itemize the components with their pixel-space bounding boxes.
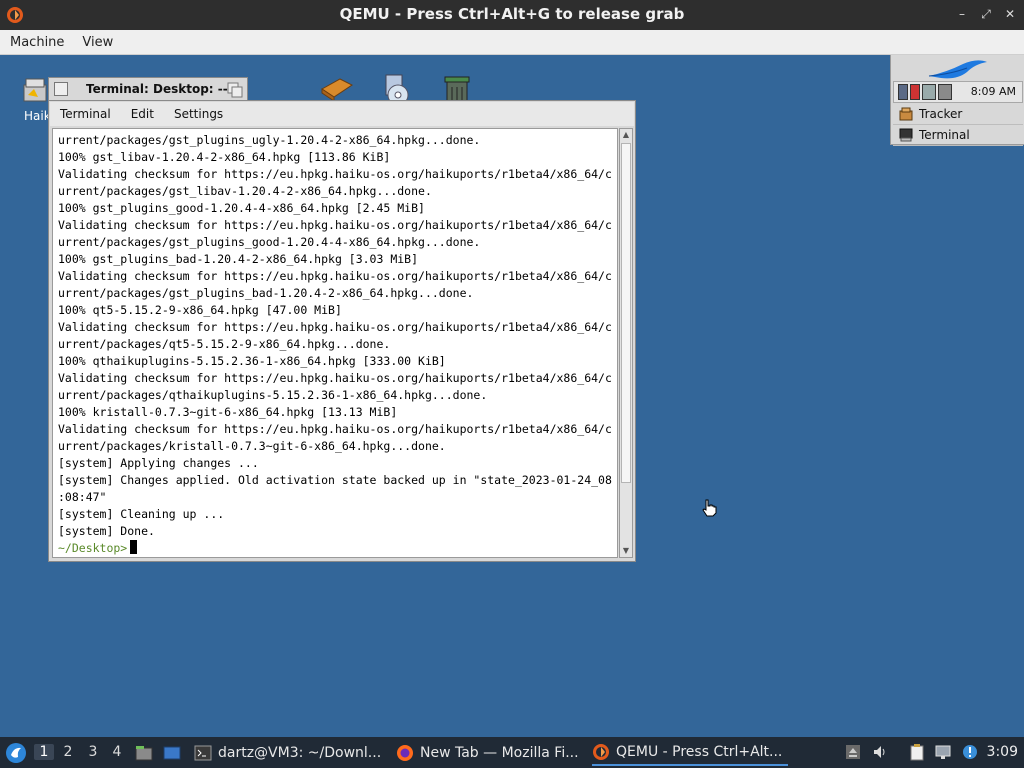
desktop-icon-label: Haik bbox=[24, 109, 51, 123]
menu-machine[interactable]: Machine bbox=[10, 35, 64, 50]
terminal-window-tab[interactable]: Terminal: Desktop: -- bbox=[48, 77, 248, 100]
volume-icon[interactable] bbox=[871, 743, 889, 761]
qemu-menubar: Machine View bbox=[0, 30, 1024, 55]
workspace-1[interactable]: 1 bbox=[34, 744, 54, 760]
task-qemu[interactable]: QEMU - Press Ctrl+Alt... bbox=[592, 740, 788, 766]
deskbar-item-label: Terminal bbox=[919, 128, 970, 142]
close-button[interactable]: ✕ bbox=[1004, 6, 1016, 22]
terminal-line: [system] Changes applied. Old activation… bbox=[58, 473, 612, 487]
tracker-icon bbox=[899, 107, 913, 121]
terminal-line: :08:47" bbox=[58, 490, 107, 504]
eject-icon[interactable] bbox=[844, 743, 862, 761]
terminal-line: 100% gst_plugins_good-1.20.4-4-x86_64.hp… bbox=[58, 201, 425, 215]
terminal-line: Validating checksum for https://eu.hpkg.… bbox=[58, 167, 612, 181]
terminal-line: 100% gst_libav-1.20.4-2-x86_64.hpkg [113… bbox=[58, 150, 391, 164]
workspace-4[interactable]: 4 bbox=[107, 744, 127, 760]
task-terminal[interactable]: dartz@VM3: ~/Downl... bbox=[194, 740, 381, 766]
start-menu-icon[interactable] bbox=[5, 742, 27, 764]
deskbar-item-label: Tracker bbox=[919, 107, 963, 121]
deskbar-clock[interactable]: 8:09 AM bbox=[971, 85, 1016, 98]
terminal-line: urrent/packages/gst_plugins_good-1.20.4-… bbox=[58, 235, 481, 249]
task-label: QEMU - Press Ctrl+Alt... bbox=[616, 744, 783, 760]
menu-settings[interactable]: Settings bbox=[174, 107, 223, 121]
terminal-line: Validating checksum for https://eu.hpkg.… bbox=[58, 422, 612, 436]
terminal-line: urrent/packages/qt5-5.15.2-9-x86_64.hpkg… bbox=[58, 337, 391, 351]
terminal-icon bbox=[899, 128, 913, 142]
qemu-titlebar: QEMU - Press Ctrl+Alt+G to release grab … bbox=[0, 0, 1024, 30]
taskbar-clock[interactable]: 3:09 bbox=[987, 744, 1018, 760]
terminal-line: urrent/packages/kristall-0.7.3~git-6-x86… bbox=[58, 439, 446, 453]
terminal-prompt: ~/Desktop> bbox=[58, 541, 128, 555]
window-title: QEMU - Press Ctrl+Alt+G to release grab bbox=[339, 5, 685, 23]
notification-icon[interactable] bbox=[961, 743, 979, 761]
network-icon[interactable] bbox=[934, 743, 952, 761]
terminal-zoom-button[interactable] bbox=[227, 82, 243, 98]
book-icon[interactable] bbox=[320, 75, 354, 103]
file-manager-icon[interactable] bbox=[134, 743, 154, 763]
workspace-3[interactable]: 3 bbox=[83, 744, 103, 760]
haiku-leaf-icon[interactable] bbox=[927, 58, 989, 82]
scroll-up-arrow[interactable]: ▲ bbox=[620, 129, 632, 141]
deskbar: 8:09 AM Tracker Terminal bbox=[890, 55, 1024, 146]
task-label: dartz@VM3: ~/Downl... bbox=[218, 745, 382, 761]
hand-cursor-icon bbox=[702, 499, 717, 517]
terminal-scrollbar[interactable]: ▲ ▼ bbox=[619, 128, 633, 558]
menu-view[interactable]: View bbox=[82, 35, 113, 50]
scroll-thumb[interactable] bbox=[621, 143, 631, 483]
terminal-line: [system] Cleaning up ... bbox=[58, 507, 225, 521]
terminal-output[interactable]: urrent/packages/gst_plugins_ugly-1.20.4-… bbox=[52, 128, 618, 558]
firefox-icon bbox=[397, 745, 413, 761]
minimize-button[interactable]: – bbox=[956, 6, 968, 22]
menu-terminal[interactable]: Terminal bbox=[60, 107, 111, 121]
terminal-menubar: Terminal Edit Settings bbox=[50, 102, 634, 126]
terminal-line: 100% qt5-5.15.2-9-x86_64.hpkg [47.00 MiB… bbox=[58, 303, 342, 317]
terminal-line: urrent/packages/qthaikuplugins-5.15.2.36… bbox=[58, 388, 488, 402]
terminal-line: urrent/packages/gst_plugins_bad-1.20.4-2… bbox=[58, 286, 474, 300]
task-label: New Tab — Mozilla Fi... bbox=[420, 745, 579, 761]
terminal-line: Validating checksum for https://eu.hpkg.… bbox=[58, 269, 612, 283]
terminal-line: urrent/packages/gst_plugins_ugly-1.20.4-… bbox=[58, 133, 481, 147]
terminal-line: 100% qthaikuplugins-5.15.2.36-1-x86_64.h… bbox=[58, 354, 446, 368]
terminal-line: Validating checksum for https://eu.hpkg.… bbox=[58, 320, 612, 334]
terminal-title: Terminal: Desktop: -- bbox=[86, 82, 228, 96]
terminal-line: urrent/packages/gst_libav-1.20.4-2-x86_6… bbox=[58, 184, 432, 198]
text-cursor bbox=[130, 540, 138, 554]
cpu-monitor-icon[interactable] bbox=[910, 84, 920, 100]
maximize-button[interactable]: ⤢ bbox=[980, 6, 992, 22]
terminal-icon bbox=[194, 745, 212, 761]
volume-icon[interactable] bbox=[938, 84, 952, 100]
deskbar-item-tracker[interactable]: Tracker bbox=[893, 104, 1023, 125]
terminal-line: [system] Done. bbox=[58, 524, 155, 538]
deskbar-item-terminal[interactable]: Terminal bbox=[893, 125, 1023, 146]
terminal-close-button[interactable] bbox=[54, 82, 68, 96]
cpu-monitor-icon[interactable] bbox=[898, 84, 908, 100]
terminal-line: 100% kristall-0.7.3~git-6-x86_64.hpkg [1… bbox=[58, 405, 398, 419]
qemu-icon bbox=[593, 744, 609, 760]
terminal-line: Validating checksum for https://eu.hpkg.… bbox=[58, 371, 612, 385]
terminal-window: Terminal Edit Settings urrent/packages/g… bbox=[48, 100, 636, 562]
deskbar-tray: 8:09 AM bbox=[893, 81, 1023, 103]
guest-desktop[interactable]: Haik 8:09 AM Tracker Terminal Terminal: … bbox=[0, 55, 1024, 737]
terminal-text: urrent/packages/gst_plugins_ugly-1.20.4-… bbox=[58, 132, 618, 557]
menu-edit[interactable]: Edit bbox=[131, 107, 154, 121]
terminal-line: [system] Applying changes ... bbox=[58, 456, 259, 470]
clipboard-icon[interactable] bbox=[908, 743, 926, 761]
deskbar-leaf[interactable] bbox=[891, 55, 1024, 83]
host-taskbar: 1 2 3 4 dartz@VM3: ~/Downl... New Tab — … bbox=[0, 737, 1024, 768]
network-icon[interactable] bbox=[922, 84, 936, 100]
show-desktop-icon[interactable] bbox=[162, 743, 182, 763]
workspace-2[interactable]: 2 bbox=[58, 744, 78, 760]
terminal-line: Validating checksum for https://eu.hpkg.… bbox=[58, 218, 612, 232]
scroll-down-arrow[interactable]: ▼ bbox=[620, 545, 632, 557]
task-firefox[interactable]: New Tab — Mozilla Fi... bbox=[396, 740, 579, 766]
terminal-line: 100% gst_plugins_bad-1.20.4-2-x86_64.hpk… bbox=[58, 252, 419, 266]
terminal-prompt-line[interactable]: ~/Desktop> bbox=[58, 540, 618, 557]
